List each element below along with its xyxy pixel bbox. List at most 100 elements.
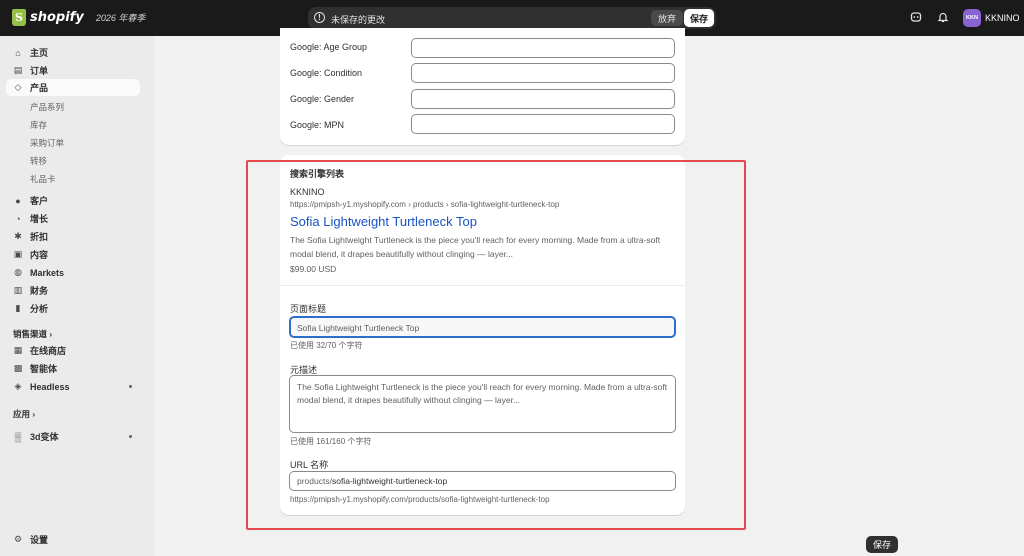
sidebar-item-label: 在线商店	[30, 346, 67, 356]
sidebar-item-3d-variants[interactable]: ▒ 3d变体	[6, 428, 140, 445]
sidebar-item-label: 设置	[30, 535, 49, 545]
google-metafields-card: Google: Age Group Google: Condition Goog…	[280, 28, 685, 145]
sidebar-item-label: 增长	[30, 214, 49, 224]
app-icon: ▒	[14, 431, 22, 442]
status-dot	[129, 385, 132, 388]
status-dot	[129, 435, 132, 438]
sidebar-item-content[interactable]: ▣ 内容	[6, 246, 140, 263]
store-name[interactable]: KKNINO	[985, 13, 1020, 23]
alert-circle-icon: !	[314, 12, 325, 23]
sidebar-item-label: 分析	[30, 304, 49, 314]
store-icon: ▦	[13, 345, 23, 355]
chart-icon: ▮	[15, 303, 21, 313]
bell-icon[interactable]	[936, 11, 950, 25]
sidebar-item-online-store[interactable]: ▦ 在线商店	[6, 342, 140, 359]
save-button[interactable]: 保存	[684, 9, 714, 27]
discard-button[interactable]: 放弃	[651, 10, 683, 26]
url-handle-value: sofia-lightweight-turtleneck-top	[331, 476, 448, 486]
meta-description-char-count: 已使用 161/160 个字符	[290, 437, 372, 446]
url-handle-input[interactable]: products/sofia-lightweight-turtleneck-to…	[289, 471, 676, 491]
sales-channels-label: 销售渠道	[13, 329, 48, 339]
edition-label: 2026 年春季	[95, 13, 146, 23]
google-age-group-label: Google: Age Group	[290, 42, 368, 52]
sidebar-subitem-collections[interactable]: 产品系列	[30, 101, 64, 113]
sidebar-item-label: 内容	[30, 250, 49, 260]
sidebar-item-customers[interactable]: ● 客户	[6, 192, 140, 209]
url-handle-label: URL 名称	[290, 460, 329, 470]
apps-label: 应用	[13, 409, 31, 419]
sidebar-item-growth[interactable]: ◔ 增长	[6, 210, 140, 227]
google-gender-label: Google: Gender	[290, 94, 355, 104]
discount-icon: ✱	[14, 231, 22, 241]
sidebar-item-settings[interactable]: ⚙ 设置	[6, 531, 140, 548]
google-gender-input[interactable]	[411, 89, 675, 109]
home-icon: ⌂	[15, 47, 21, 58]
url-handle-prefix: products/	[297, 476, 332, 486]
meta-description-textarea[interactable]: The Sofia Lightweight Turtleneck is the …	[289, 375, 676, 433]
google-condition-input[interactable]	[411, 63, 675, 83]
sidebar-item-label: 财务	[30, 286, 49, 296]
sidebar-item-label: 主页	[30, 48, 49, 58]
sidebar-item-analytics[interactable]: ▮ 分析	[6, 300, 140, 317]
sidebar-item-label: 3d变体	[30, 432, 59, 442]
sidebar-item-finance[interactable]: ▥ 财务	[6, 282, 140, 299]
sidebar-item-discounts[interactable]: ✱ 折扣	[6, 228, 140, 245]
sidebar-item-markets[interactable]: ◍ Markets	[6, 264, 140, 281]
google-mpn-input[interactable]	[411, 114, 675, 134]
full-url-preview: https://pmipsh-y1.myshopify.com/products…	[290, 495, 550, 504]
sidebar-item-label: Markets	[30, 267, 65, 278]
seo-preview-url: https://pmipsh-y1.myshopify.com › produc…	[290, 200, 560, 209]
apps-header[interactable]: 应用 ›	[13, 408, 35, 420]
tag-icon: ◇	[14, 82, 22, 92]
gear-icon: ⚙	[13, 534, 23, 544]
google-mpn-label: Google: MPN	[290, 120, 345, 130]
sidebar-subitem-gift-cards[interactable]: 礼品卡	[30, 173, 56, 185]
seo-heading: 搜索引擎列表	[290, 169, 345, 179]
google-condition-label: Google: Condition	[290, 68, 363, 78]
gauge-icon: ◔	[15, 213, 21, 224]
person-icon: ●	[15, 195, 21, 206]
unsaved-changes-bar: ! 未保存的更改 放弃 保存	[308, 7, 716, 29]
sales-channels-header[interactable]: 销售渠道 ›	[13, 328, 52, 340]
headless-icon: ◈	[14, 381, 22, 391]
shopify-logo[interactable]: shopify 2026 年春季	[12, 9, 145, 26]
sidekick-icon[interactable]	[909, 11, 923, 25]
seo-preview-title[interactable]: Sofia Lightweight Turtleneck Top	[290, 214, 477, 229]
unsaved-message: 未保存的更改	[331, 15, 386, 25]
avatar[interactable]: KKN	[963, 9, 981, 27]
chevron-right-icon: ›	[49, 329, 53, 339]
content-icon: ▣	[13, 249, 23, 259]
inbox-icon: ▤	[13, 65, 23, 75]
page-title-input[interactable]: Sofia Lightweight Turtleneck Top	[289, 316, 676, 338]
sidebar-item-products[interactable]: ◇ 产品	[6, 79, 140, 96]
floating-save-button[interactable]: 保存	[866, 536, 898, 553]
seo-preview-price: $99.00 USD	[290, 264, 337, 274]
sidebar-item-label: 智能体	[30, 364, 58, 374]
seo-preview-description: The Sofia Lightweight Turtleneck is the …	[290, 235, 661, 259]
sidebar-item-orders[interactable]: ▤ 订单	[6, 62, 140, 79]
sidebar-item-label: 客户	[30, 196, 49, 206]
shopify-bag-icon	[12, 9, 26, 26]
sidebar-item-headless[interactable]: ◈ Headless	[6, 378, 140, 395]
bank-icon: ▥	[13, 285, 23, 295]
sidebar-subitem-inventory[interactable]: 库存	[30, 119, 47, 131]
sidebar-item-label: 产品	[30, 83, 49, 93]
sidebar-item-home[interactable]: ⌂ 主页	[6, 44, 140, 61]
sidebar-item-label: 折扣	[30, 232, 49, 242]
sidebar: ⌂ 主页 ▤ 订单 ◇ 产品 产品系列 库存 采购订单 转移 礼品卡 ● 客户 …	[0, 36, 154, 556]
seo-preview-store: KKNINO	[290, 187, 325, 197]
agent-icon: ▩	[13, 363, 23, 373]
globe-icon: ◍	[14, 267, 22, 277]
brand-name: shopify	[30, 10, 84, 25]
seo-card: 搜索引擎列表 KKNINO https://pmipsh-y1.myshopif…	[280, 155, 685, 515]
sidebar-item-label: 订单	[30, 66, 49, 76]
page-title-char-count: 已使用 32/70 个字符	[290, 341, 363, 350]
google-age-group-input[interactable]	[411, 38, 675, 58]
sidebar-item-agent[interactable]: ▩ 智能体	[6, 360, 140, 377]
page-title-label: 页面标题	[290, 304, 327, 314]
sidebar-item-label: Headless	[30, 381, 70, 392]
divider	[280, 285, 685, 286]
sidebar-subitem-transfers[interactable]: 转移	[30, 155, 47, 167]
chevron-right-icon: ›	[32, 409, 36, 419]
sidebar-subitem-purchase-orders[interactable]: 采购订单	[30, 137, 64, 149]
